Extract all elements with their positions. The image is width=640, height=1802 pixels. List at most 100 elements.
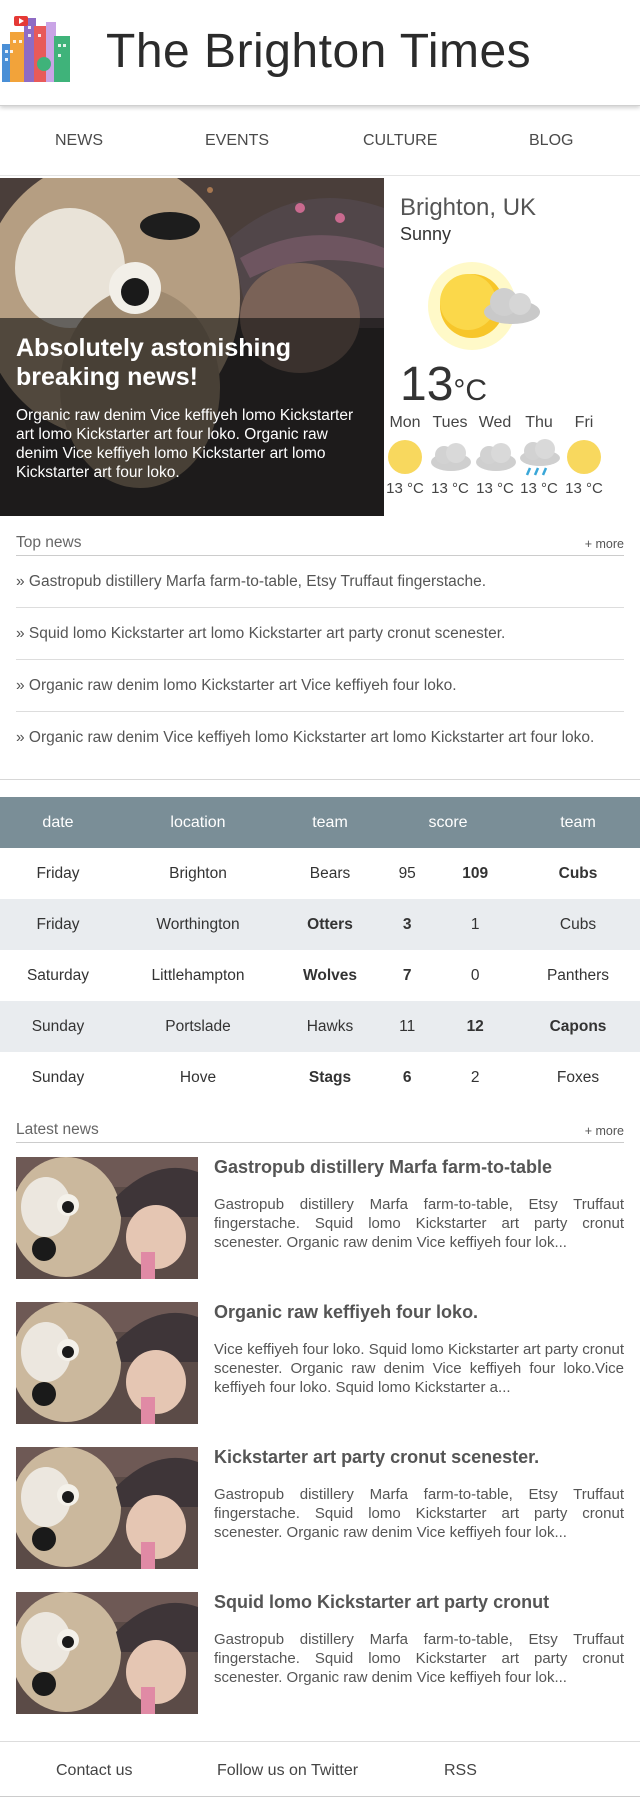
news-excerpt: Gastropub distillery Marfa farm-to-table… — [214, 1486, 624, 1541]
cell-location: Portslade — [116, 1001, 280, 1052]
table-row: Friday Brighton Bears 95 109 Cubs — [0, 848, 640, 899]
news-thumbnail — [16, 1157, 198, 1279]
hero-text: Organic raw denim Vice keffiyeh lomo Kic… — [16, 407, 354, 481]
column-header-team: team — [516, 797, 640, 848]
footer-link-rss[interactable]: RSS — [444, 1762, 477, 1780]
latest-news-more-link[interactable]: + more — [585, 1124, 624, 1138]
cell-score: 7 — [402, 966, 412, 984]
hero-title[interactable]: Absolutely astonishing breaking news! — [16, 334, 368, 392]
top-news-title: Top news — [16, 534, 82, 551]
section-divider — [0, 779, 640, 780]
site-title: The Brighton Times — [106, 25, 532, 78]
forecast-temp: 13 °C — [431, 480, 469, 497]
table-row: Saturday Littlehampton Wolves 7 0 Panthe… — [0, 950, 640, 1001]
main-nav: NEWS EVENTS CULTURE BLOG — [0, 108, 640, 176]
cell-team: Otters — [280, 899, 380, 950]
cell-date: Sunday — [0, 1001, 116, 1052]
table-row: Friday Worthington Otters 3 1 Cubs — [0, 899, 640, 950]
cell-date: Friday — [36, 864, 80, 882]
column-header-date: date — [0, 797, 116, 848]
sun-cloud-icon — [428, 262, 540, 350]
news-title[interactable]: Organic raw keffiyeh four loko. — [214, 1302, 478, 1323]
cell-location: Littlehampton — [151, 966, 245, 984]
nav-item-news[interactable]: NEWS — [55, 132, 103, 150]
table-header-row: date location team score team — [0, 797, 640, 848]
news-card[interactable]: Squid lomo Kickstarter art party cronut … — [16, 1592, 624, 1714]
news-title[interactable]: Kickstarter art party cronut scenester. — [214, 1447, 539, 1468]
cell-team: Hawks — [280, 1001, 380, 1052]
cell-date: Sunday — [31, 1068, 85, 1086]
nav-item-events[interactable]: EVENTS — [205, 132, 269, 150]
cell-team: Bears — [309, 864, 351, 882]
nav-item-culture[interactable]: CULTURE — [363, 132, 437, 150]
site-footer: Contact us Follow us on Twitter RSS — [0, 1741, 640, 1797]
nav-item-blog[interactable]: BLOG — [529, 132, 573, 150]
cell-score: 3 — [380, 899, 435, 950]
cell-team: Foxes — [556, 1068, 600, 1086]
top-news-item[interactable]: » Organic raw denim lomo Kickstarter art… — [16, 660, 624, 712]
city-logo-icon[interactable] — [0, 14, 74, 84]
news-excerpt: Vice keffiyeh four loko. Squid lomo Kick… — [214, 1341, 624, 1396]
forecast-temp: 13 °C — [565, 480, 603, 497]
news-title[interactable]: Squid lomo Kickstarter art party cronut — [214, 1592, 549, 1613]
hero-story[interactable]: Absolutely astonishing breaking news! Or… — [0, 178, 384, 516]
column-header-location: location — [116, 797, 280, 848]
rain-icon — [520, 439, 560, 476]
column-header-team: team — [280, 797, 380, 848]
news-card[interactable]: Kickstarter art party cronut scenester. … — [16, 1447, 624, 1569]
news-thumbnail — [16, 1592, 198, 1714]
forecast-temp: 13 °C — [386, 480, 424, 497]
weather-temperature: 13°C — [400, 358, 487, 418]
news-title[interactable]: Gastropub distillery Marfa farm-to-table — [214, 1157, 552, 1178]
cell-location: Brighton — [169, 864, 227, 882]
cell-score: 95 — [398, 864, 416, 882]
news-thumbnail — [16, 1447, 198, 1569]
section-divider — [16, 1142, 624, 1143]
cell-team: Cubs — [558, 864, 598, 882]
forecast-day: Wed — [478, 414, 512, 431]
column-header-score: score — [380, 797, 516, 848]
news-card[interactable]: Gastropub distillery Marfa farm-to-table… — [16, 1157, 624, 1279]
news-excerpt: Gastropub distillery Marfa farm-to-table… — [214, 1196, 624, 1251]
top-news-item[interactable]: » Organic raw denim Vice keffiyeh lomo K… — [16, 712, 624, 764]
news-thumbnail — [16, 1302, 198, 1424]
cell-score: 6 — [402, 1068, 412, 1086]
top-news-item[interactable]: » Gastropub distillery Marfa farm-to-tab… — [16, 556, 624, 608]
cell-team: Panthers — [546, 966, 610, 984]
cell-score: 12 — [434, 1001, 516, 1052]
forecast-day: Mon — [389, 414, 421, 431]
cell-location: Worthington — [116, 899, 280, 950]
cell-team: Wolves — [303, 966, 357, 984]
table-row: Sunday Hove Stags 6 2 Foxes — [0, 1052, 640, 1103]
cloud-icon — [476, 443, 516, 471]
cell-score: 0 — [470, 966, 480, 984]
weather-location: Brighton, UK — [400, 194, 537, 221]
cell-location: Hove — [179, 1068, 217, 1086]
forecast-temp: 13 °C — [520, 480, 558, 497]
sun-icon — [567, 440, 601, 474]
cell-date: Friday — [0, 899, 116, 950]
footer-link-twitter[interactable]: Follow us on Twitter — [217, 1762, 358, 1780]
weather-temp-unit: °C — [453, 374, 488, 407]
weather-condition: Sunny — [400, 224, 452, 244]
site-header: The Brighton Times — [0, 0, 640, 106]
top-news-item[interactable]: » Squid lomo Kickstarter art lomo Kickst… — [16, 608, 624, 660]
scores-table: date location team score team Friday Bri… — [0, 797, 640, 1103]
cell-team: Stags — [308, 1068, 352, 1086]
footer-link-contact[interactable]: Contact us — [56, 1762, 132, 1780]
cell-date: Saturday — [26, 966, 90, 984]
forecast-temp: 13 °C — [476, 480, 514, 497]
forecast-day: Thu — [525, 414, 553, 431]
sun-icon — [388, 440, 422, 474]
cloud-icon — [431, 443, 471, 471]
cell-team: Cubs — [516, 899, 640, 950]
forecast-day: Tues — [432, 414, 468, 431]
top-news-more-link[interactable]: + more — [585, 537, 624, 551]
latest-news-title: Latest news — [16, 1121, 99, 1138]
weather-temp-value: 13 — [400, 358, 454, 411]
news-card[interactable]: Organic raw keffiyeh four loko. Vice kef… — [16, 1302, 624, 1424]
hero-caption: Absolutely astonishing breaking news! Or… — [0, 318, 384, 516]
weather-widget: Brighton, UK Sunny 13°C Mon Tues Wed Thu… — [384, 178, 640, 516]
cell-team: Capons — [516, 1001, 640, 1052]
cell-score: 109 — [462, 864, 489, 882]
